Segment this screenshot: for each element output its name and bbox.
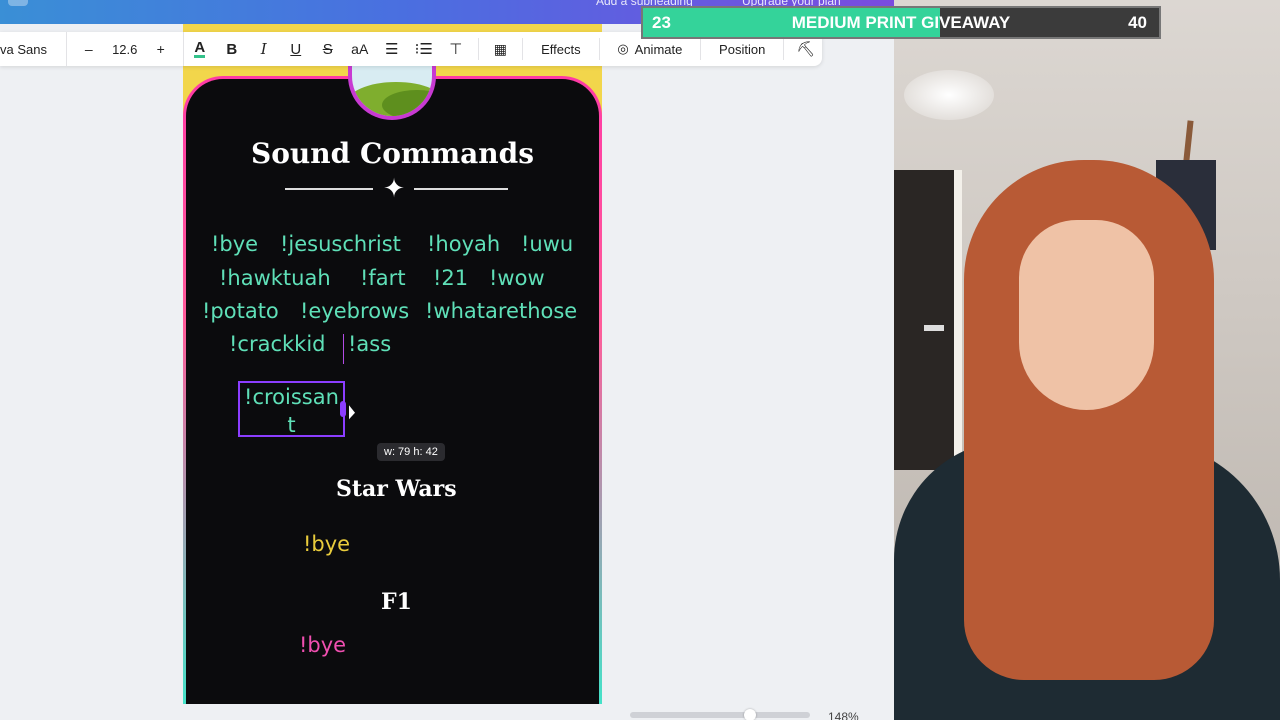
section-heading-f1[interactable]: F1 bbox=[381, 589, 412, 615]
align-center-icon: ☰ bbox=[385, 41, 399, 58]
command-text[interactable]: !eyebrows bbox=[300, 299, 409, 323]
command-text[interactable]: !ass bbox=[348, 332, 391, 356]
strikethrough-button[interactable]: S bbox=[312, 32, 344, 66]
editing-text-line[interactable]: t bbox=[240, 413, 343, 437]
command-text[interactable]: !hoyah bbox=[427, 232, 500, 256]
decrease-size-button[interactable]: – bbox=[73, 41, 105, 57]
giveaway-goal: 40 bbox=[1128, 13, 1147, 32]
animate-icon: ◎ bbox=[617, 41, 629, 56]
align-button[interactable]: ☰ bbox=[376, 32, 408, 66]
font-size-input[interactable]: 12.6 bbox=[105, 42, 145, 57]
section-heading-starwars[interactable]: Star Wars bbox=[336, 476, 457, 502]
toolbar-divider bbox=[522, 38, 524, 60]
toolbar-divider bbox=[783, 38, 784, 60]
list-button[interactable]: ⁝☰ bbox=[408, 32, 440, 66]
toolbar-divider bbox=[700, 38, 702, 60]
effects-button[interactable]: Effects bbox=[529, 32, 593, 66]
font-family-label: va Sans bbox=[0, 41, 47, 57]
resize-handle[interactable] bbox=[340, 401, 346, 417]
bold-button[interactable]: B bbox=[216, 32, 248, 66]
menu-icon[interactable] bbox=[8, 0, 28, 6]
spacing-button[interactable]: ⊤ bbox=[440, 32, 472, 66]
position-label: Position bbox=[719, 41, 766, 57]
title-divider-right bbox=[414, 188, 508, 190]
effects-label: Effects bbox=[541, 41, 581, 57]
zoom-slider-thumb[interactable] bbox=[744, 709, 756, 720]
command-text[interactable]: !bye bbox=[303, 532, 350, 556]
command-text[interactable]: !crackkid bbox=[229, 332, 326, 356]
underline-icon: U bbox=[290, 40, 302, 58]
command-text[interactable]: !bye bbox=[211, 232, 258, 256]
animate-label: Animate bbox=[634, 41, 683, 57]
alignment-guide bbox=[343, 334, 344, 364]
spacing-icon: ⊤ bbox=[449, 41, 463, 58]
zoom-slider[interactable] bbox=[630, 712, 810, 718]
command-text[interactable]: !wow bbox=[489, 266, 545, 290]
letter-case-button[interactable]: aA bbox=[344, 32, 376, 66]
command-text[interactable]: !whatarethose bbox=[425, 299, 577, 323]
command-text[interactable]: !21 bbox=[433, 266, 468, 290]
door-handle bbox=[924, 325, 944, 331]
selected-textbox[interactable]: !croissan t bbox=[238, 381, 345, 437]
door bbox=[894, 170, 954, 470]
giveaway-progress-bar: 23 MEDIUM PRINT GIVEAWAY 40 bbox=[641, 6, 1161, 39]
editing-text-line[interactable]: !croissan bbox=[240, 385, 343, 409]
command-text[interactable]: !hawktuah bbox=[219, 266, 331, 290]
size-tooltip: w: 79 h: 42 bbox=[377, 443, 445, 461]
font-family-dropdown[interactable]: va Sans bbox=[0, 32, 67, 66]
font-size-control: – 12.6 + bbox=[67, 32, 184, 66]
command-text[interactable]: !potato bbox=[202, 299, 279, 323]
design-title[interactable]: Sound Commands bbox=[183, 137, 602, 170]
webcam-feed bbox=[894, 0, 1280, 720]
paint-roller-icon: ⛏ bbox=[796, 41, 816, 58]
bullet-list-icon: ⁝☰ bbox=[414, 41, 433, 58]
transparency-icon: ▦ bbox=[493, 40, 508, 57]
ceiling-light bbox=[904, 70, 994, 120]
increase-size-button[interactable]: + bbox=[145, 41, 177, 57]
title-divider-left bbox=[285, 188, 373, 190]
text-color-icon: A bbox=[194, 38, 206, 58]
toolbar-divider bbox=[598, 38, 600, 60]
italic-button[interactable]: I bbox=[248, 32, 280, 66]
command-text[interactable]: !bye bbox=[299, 633, 346, 657]
sparkle-icon: ✦ bbox=[383, 173, 405, 203]
underline-button[interactable]: U bbox=[280, 32, 312, 66]
streamer-face bbox=[1019, 220, 1154, 410]
command-text[interactable]: !jesuschrist bbox=[280, 232, 401, 256]
giveaway-label: MEDIUM PRINT GIVEAWAY bbox=[791, 13, 1011, 32]
command-text[interactable]: !fart bbox=[360, 266, 406, 290]
italic-icon: I bbox=[260, 40, 267, 58]
toolbar-divider bbox=[477, 38, 479, 60]
strikethrough-icon: S bbox=[322, 40, 333, 58]
text-color-button[interactable]: A bbox=[184, 32, 216, 66]
bold-icon: B bbox=[226, 40, 238, 58]
transparency-button[interactable]: ▦ bbox=[484, 32, 516, 66]
mouse-cursor-icon bbox=[349, 405, 355, 423]
letter-case-icon: aA bbox=[351, 41, 369, 57]
command-text[interactable]: !uwu bbox=[521, 232, 573, 256]
zoom-level[interactable]: 148% bbox=[828, 710, 859, 720]
